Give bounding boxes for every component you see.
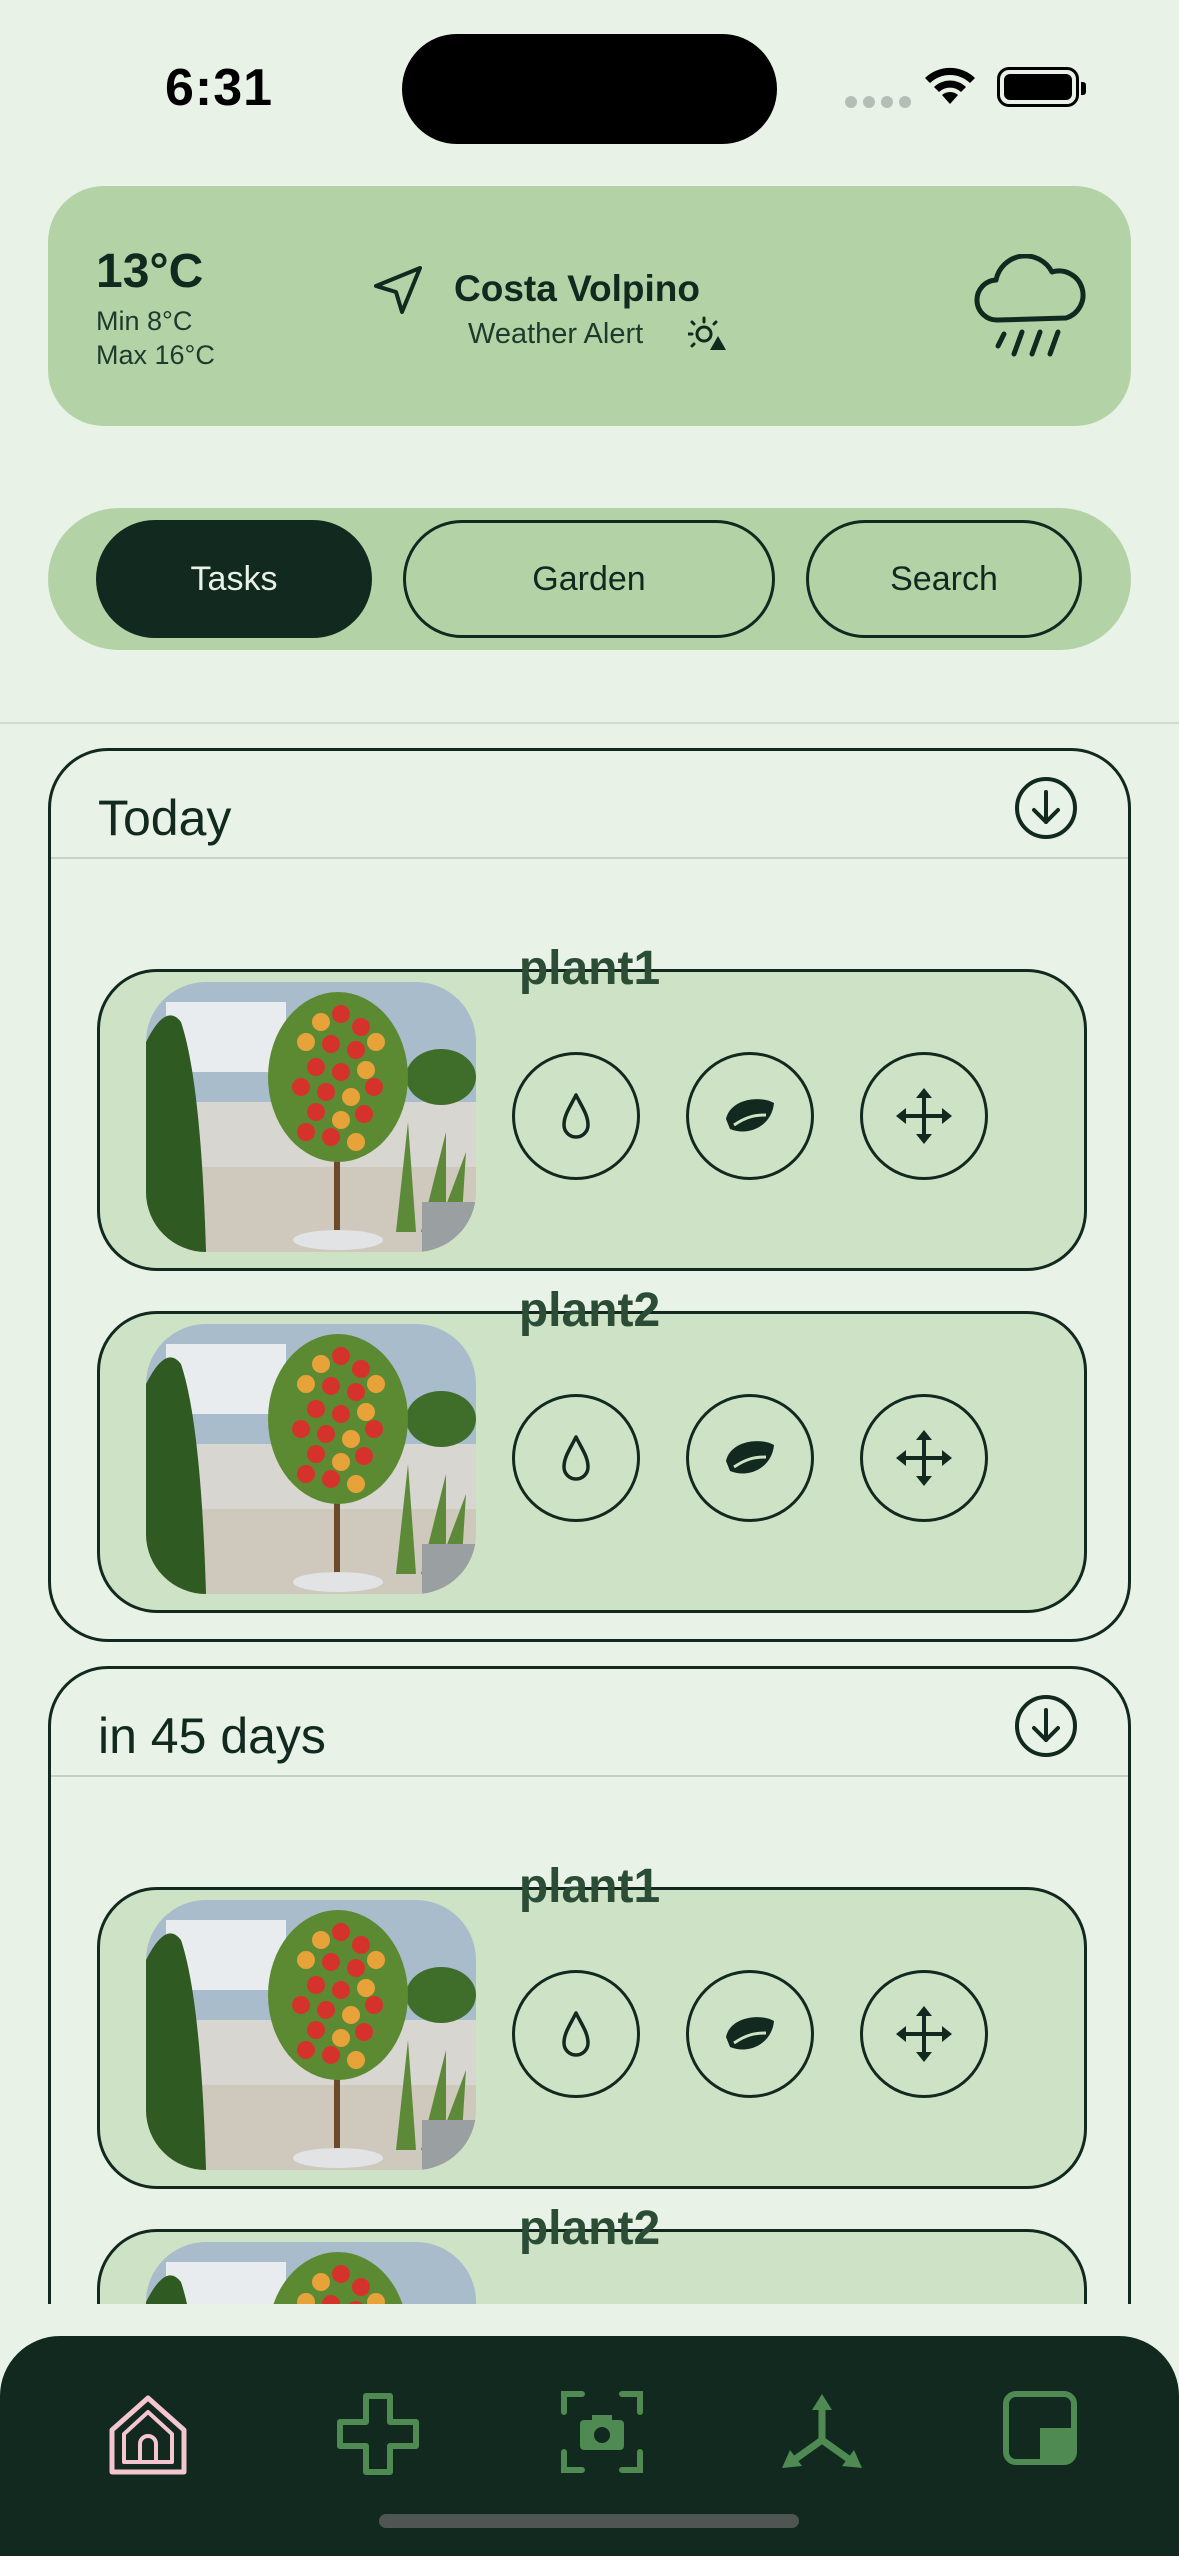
section-title: Today — [98, 790, 232, 846]
segmented-tabs: Tasks Garden Search — [48, 508, 1131, 650]
sun-warning-icon — [688, 316, 726, 350]
tab-garden[interactable]: Garden — [403, 520, 775, 638]
home-icon[interactable] — [102, 2390, 194, 2482]
task-section-upcoming: in 45 days plant1 plant2 — [48, 1666, 1131, 2304]
max-temperature: Max 16°C — [96, 340, 215, 370]
water-drop-icon — [562, 1435, 590, 1481]
camera-icon[interactable] — [560, 2390, 644, 2474]
plant-photo — [146, 982, 476, 1252]
water-button[interactable] — [512, 1970, 640, 2098]
fertilize-button[interactable] — [686, 1970, 814, 2098]
water-button[interactable] — [512, 1394, 640, 1522]
cellular-signal-icon — [845, 96, 911, 108]
plant-name: plant1 — [518, 1860, 661, 1913]
task-section-today: Today plant1 plant2 — [48, 748, 1131, 1642]
tab-search[interactable]: Search — [806, 520, 1082, 638]
plant-name: plant2 — [518, 1284, 661, 1337]
widget-icon[interactable] — [1002, 2390, 1078, 2466]
water-drop-icon — [562, 1093, 590, 1139]
move-button[interactable] — [860, 1052, 988, 1180]
move-icon — [896, 2006, 952, 2062]
plant-task-card[interactable] — [97, 1311, 1087, 1613]
plant-photo — [146, 1900, 476, 2170]
move-icon — [896, 1430, 952, 1486]
weather-card[interactable]: 13°C Min 8°C Max 16°C Costa Volpino Weat… — [48, 186, 1131, 426]
section-header[interactable]: Today — [51, 751, 1128, 859]
section-header[interactable]: in 45 days — [51, 1669, 1128, 1777]
dynamic-island — [402, 34, 777, 144]
move-button[interactable] — [860, 1970, 988, 2098]
temperature-range: Min 8°C Max 16°C — [96, 304, 215, 372]
water-button[interactable] — [512, 1052, 640, 1180]
plant-name: plant2 — [518, 2202, 661, 2255]
move-button[interactable] — [860, 1394, 988, 1522]
add-plant-icon[interactable] — [334, 2390, 422, 2478]
section-title: in 45 days — [98, 1708, 326, 1764]
location-name: Costa Volpino — [454, 268, 700, 309]
task-list[interactable]: Today plant1 plant2 in 45 days plant1 pl… — [0, 724, 1179, 2304]
status-time: 6:31 — [165, 59, 274, 117]
plant-name: plant1 — [518, 942, 661, 995]
plant-task-card[interactable] — [97, 969, 1087, 1271]
current-temperature: 13°C — [96, 245, 204, 298]
plant-photo — [146, 1324, 476, 1594]
min-temperature: Min 8°C — [96, 306, 193, 336]
arrow-down-circle-icon[interactable] — [1014, 1694, 1078, 1758]
leaf-icon — [726, 1441, 774, 1474]
arrow-down-circle-icon[interactable] — [1014, 776, 1078, 840]
home-indicator — [379, 2514, 799, 2528]
leaf-icon — [726, 2017, 774, 2050]
weather-alert[interactable]: Weather Alert — [468, 318, 643, 351]
fertilize-button[interactable] — [686, 1394, 814, 1522]
wifi-icon — [925, 67, 975, 104]
leaf-icon — [726, 1099, 774, 1132]
rain-cloud-icon — [974, 254, 1086, 357]
water-drop-icon — [562, 2011, 590, 2057]
move-icon — [896, 1088, 952, 1144]
tab-tasks[interactable]: Tasks — [96, 520, 372, 638]
location-arrow-icon — [374, 266, 422, 314]
share-icon[interactable] — [778, 2390, 866, 2478]
battery-icon — [997, 67, 1086, 107]
status-bar: 6:31 — [0, 0, 1179, 170]
fertilize-button[interactable] — [686, 1052, 814, 1180]
plant-task-card[interactable] — [97, 1887, 1087, 2189]
